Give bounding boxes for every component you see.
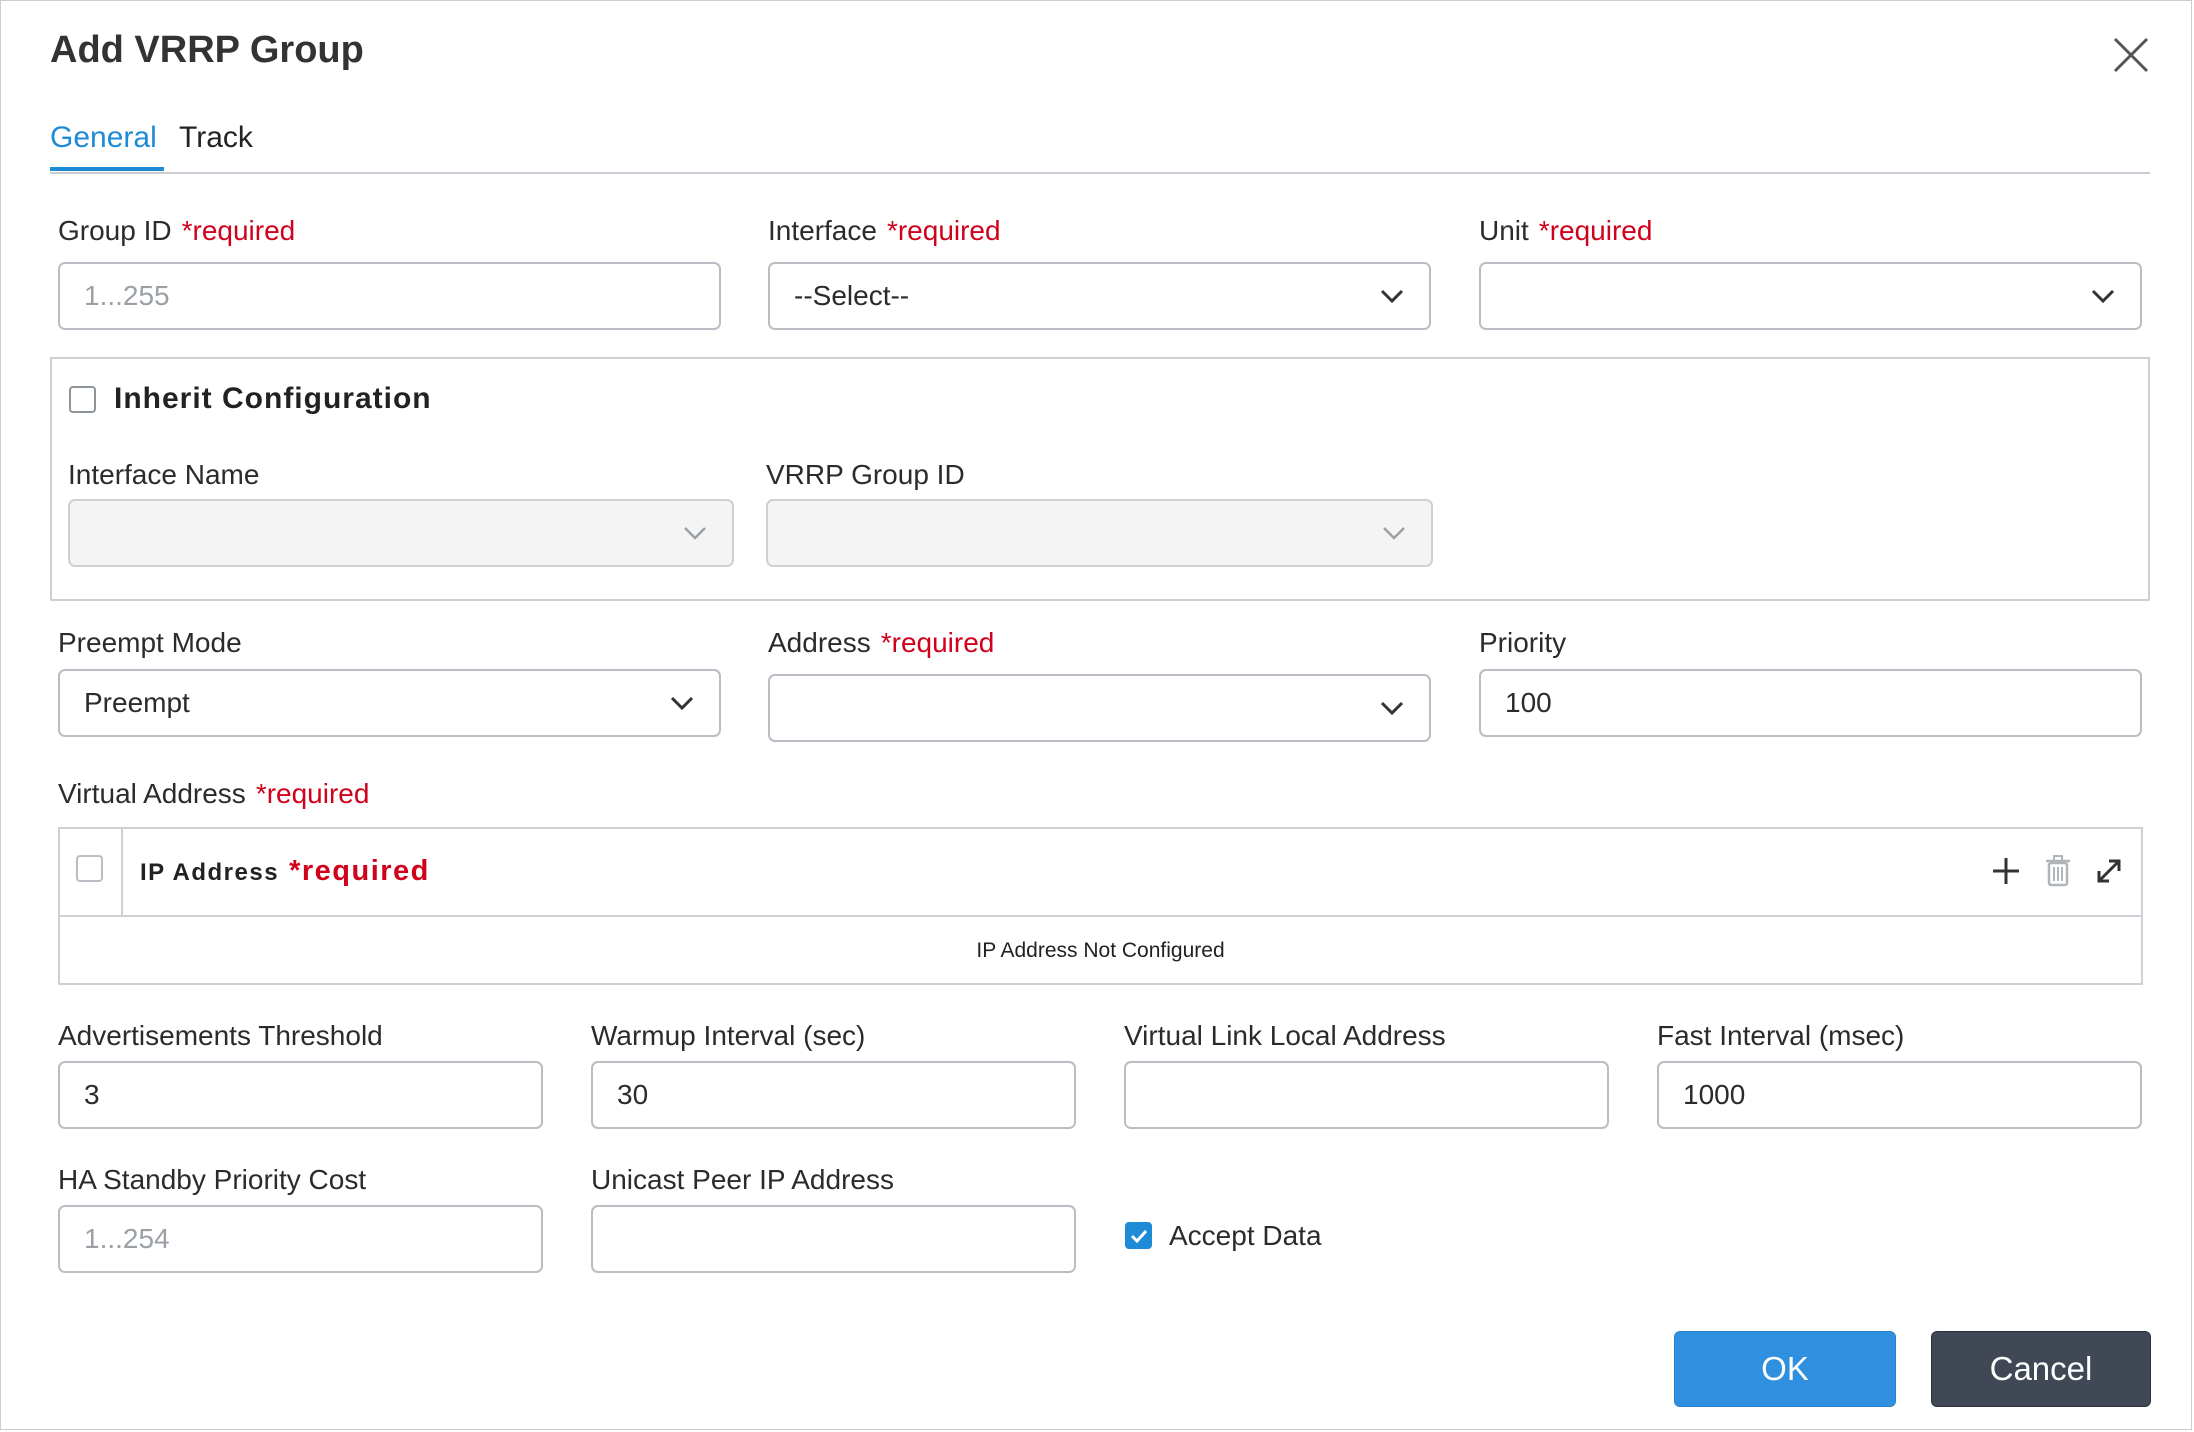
virtual-address-label: Virtual Address *required bbox=[58, 778, 370, 809]
accept-data-checkbox[interactable] bbox=[1125, 1222, 1152, 1249]
address-label: Address *required bbox=[768, 627, 995, 658]
add-vrrp-group-dialog: Add VRRP Group General Track Group ID *re… bbox=[0, 0, 2192, 1430]
inherit-configuration-label: Inherit Configuration bbox=[114, 382, 432, 415]
checkmark-icon bbox=[1130, 1229, 1147, 1243]
tab-general[interactable]: General bbox=[50, 121, 157, 155]
warmup-interval-label: Warmup Interval (sec) bbox=[591, 1020, 866, 1051]
inherit-configuration-checkbox[interactable] bbox=[69, 386, 96, 413]
interface-name-select bbox=[68, 499, 734, 567]
table-header: IP Address *required bbox=[60, 829, 2141, 917]
empty-table-message: IP Address Not Configured bbox=[976, 939, 1225, 962]
unit-select[interactable] bbox=[1479, 262, 2142, 330]
select-all-checkbox[interactable] bbox=[76, 855, 103, 882]
chevron-down-icon bbox=[2091, 289, 2115, 304]
interface-select[interactable]: --Select-- bbox=[768, 262, 1431, 330]
virtual-link-local-input[interactable] bbox=[1124, 1061, 1609, 1129]
ok-button[interactable]: OK bbox=[1674, 1331, 1896, 1407]
warmup-interval-input[interactable] bbox=[591, 1061, 1076, 1129]
required-marker: *required bbox=[880, 627, 995, 658]
required-marker: *required bbox=[181, 215, 296, 246]
required-marker: *required bbox=[1538, 215, 1653, 246]
required-marker: *required bbox=[886, 215, 1001, 246]
accept-data-label: Accept Data bbox=[1169, 1220, 1322, 1251]
expand-icon[interactable] bbox=[2091, 853, 2127, 889]
advertisements-threshold-label: Advertisements Threshold bbox=[58, 1020, 383, 1051]
chevron-down-icon bbox=[1383, 527, 1405, 540]
chevron-down-icon bbox=[684, 527, 706, 540]
unit-label: Unit *required bbox=[1479, 215, 1653, 246]
vrrp-group-id-select bbox=[766, 499, 1433, 567]
group-id-input[interactable] bbox=[58, 262, 721, 330]
plus-icon[interactable] bbox=[1988, 853, 2024, 889]
tab-track[interactable]: Track bbox=[179, 121, 253, 155]
virtual-address-table: IP Address *required IP Address Not Confi… bbox=[58, 827, 2143, 985]
chevron-down-icon bbox=[670, 696, 694, 711]
trash-icon[interactable] bbox=[2040, 853, 2076, 889]
priority-label: Priority bbox=[1479, 627, 1567, 658]
advertisements-threshold-input[interactable] bbox=[58, 1061, 543, 1129]
preempt-mode-select[interactable]: Preempt bbox=[58, 669, 721, 737]
tabs-divider bbox=[50, 172, 2150, 174]
preempt-mode-value: Preempt bbox=[84, 687, 190, 718]
vrrp-group-id-label: VRRP Group ID bbox=[766, 459, 965, 490]
unicast-peer-ip-input[interactable] bbox=[591, 1205, 1076, 1273]
ha-standby-priority-cost-input[interactable] bbox=[58, 1205, 543, 1273]
dialog-title: Add VRRP Group bbox=[50, 29, 364, 71]
ip-address-column-header: IP Address *required bbox=[140, 855, 430, 887]
fast-interval-input[interactable] bbox=[1657, 1061, 2142, 1129]
preempt-mode-label: Preempt Mode bbox=[58, 627, 242, 658]
required-marker: *required bbox=[289, 855, 430, 887]
cancel-button[interactable]: Cancel bbox=[1931, 1331, 2151, 1407]
interface-select-value: --Select-- bbox=[794, 280, 910, 311]
ha-standby-priority-cost-label: HA Standby Priority Cost bbox=[58, 1164, 367, 1195]
priority-input[interactable] bbox=[1479, 669, 2142, 737]
chevron-down-icon bbox=[1380, 701, 1404, 716]
group-id-label: Group ID *required bbox=[58, 215, 296, 246]
active-tab-indicator bbox=[50, 167, 164, 171]
required-marker: *required bbox=[255, 778, 370, 809]
interface-name-label: Interface Name bbox=[68, 459, 260, 490]
virtual-link-local-label: Virtual Link Local Address bbox=[1124, 1020, 1446, 1051]
chevron-down-icon bbox=[1380, 289, 1404, 304]
unicast-peer-ip-label: Unicast Peer IP Address bbox=[591, 1164, 894, 1195]
interface-label: Interface *required bbox=[768, 215, 1001, 246]
select-all-cell bbox=[60, 829, 123, 915]
fast-interval-label: Fast Interval (msec) bbox=[1657, 1020, 1905, 1051]
close-icon[interactable] bbox=[2111, 35, 2151, 75]
address-select[interactable] bbox=[768, 674, 1431, 742]
